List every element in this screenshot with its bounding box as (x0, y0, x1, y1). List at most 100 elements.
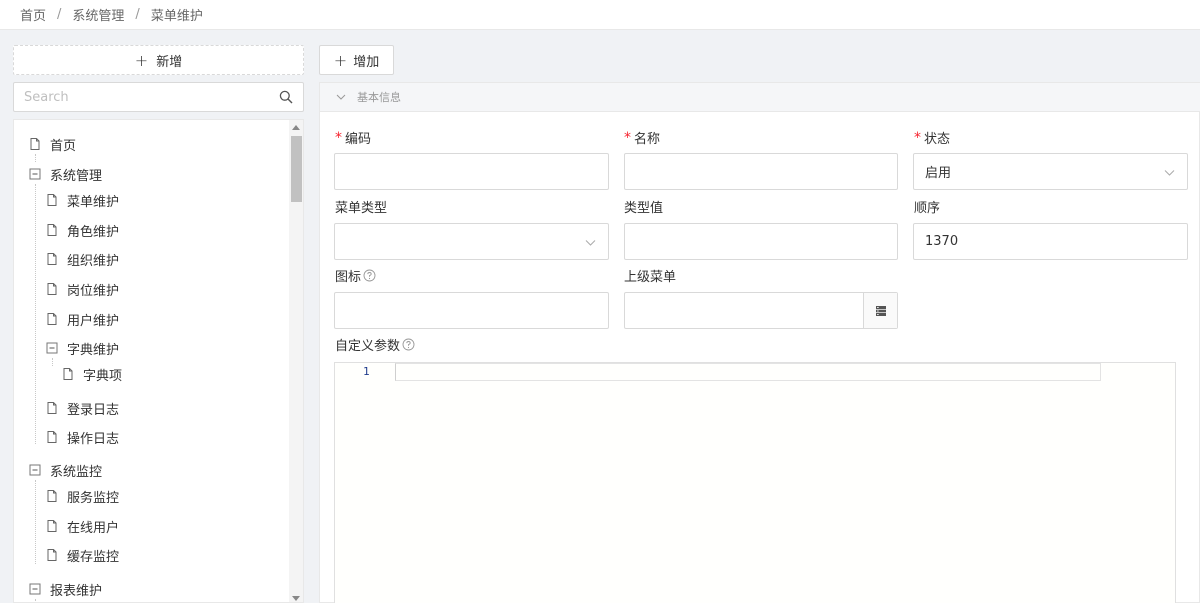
tree-scrollbar[interactable] (289, 120, 303, 602)
file-icon (45, 282, 59, 296)
search-input[interactable] (14, 83, 264, 111)
database-icon (875, 305, 886, 316)
file-icon (28, 137, 42, 151)
menu-type-label: 菜单类型 (335, 201, 388, 216)
tree-connector-line (35, 480, 36, 564)
required-mark: * (624, 129, 631, 146)
tree-item-label: 缓存监控 (67, 549, 120, 565)
breadcrumb-separator: / (57, 7, 62, 22)
custom-params-editor[interactable]: 1 (334, 362, 1176, 603)
tree-item[interactable]: 系统监控 (28, 460, 102, 480)
tree-item-label: 在线用户 (67, 520, 120, 536)
icon-label: 图标 (335, 266, 376, 285)
minus-square-icon[interactable] (28, 167, 42, 181)
file-icon (61, 367, 75, 381)
file-icon (45, 401, 59, 415)
tree-item-label: 用户维护 (67, 313, 120, 329)
tree-item[interactable]: 字典维护 (45, 338, 119, 358)
tree-item[interactable]: 组织维护 (45, 249, 119, 269)
menu-tree: 首页系统管理菜单维护角色维护组织维护岗位维护用户维护字典维护字典项登录日志操作日… (13, 119, 304, 603)
tree-connector-line (35, 184, 36, 444)
tree-item-label: 岗位维护 (67, 283, 120, 299)
code-label: * 编码 (335, 128, 371, 148)
file-icon (45, 223, 59, 237)
editor-active-line[interactable] (395, 363, 1101, 381)
name-label-text: 名称 (634, 132, 661, 147)
menu-type-select[interactable] (334, 223, 609, 260)
tree-item[interactable]: 服务监控 (45, 486, 119, 506)
tree-item[interactable]: 报表维护 (28, 579, 102, 599)
new-button[interactable]: + 新增 (13, 45, 304, 75)
tree-item[interactable]: 角色维护 (45, 220, 119, 240)
scroll-down-arrow-icon[interactable] (292, 596, 300, 601)
search-icon[interactable] (279, 90, 293, 104)
tree-item[interactable]: 首页 (28, 134, 76, 154)
file-icon (45, 489, 59, 503)
tree-item[interactable]: 菜单维护 (45, 190, 119, 210)
chevron-down-icon (585, 240, 596, 246)
tree-item[interactable]: 登录日志 (45, 398, 119, 418)
tree-item-label: 首页 (50, 138, 77, 154)
chevron-down-icon (336, 94, 346, 100)
type-value-input[interactable] (624, 223, 898, 260)
minus-square-icon[interactable] (28, 463, 42, 477)
tree-item[interactable]: 岗位维护 (45, 279, 119, 299)
status-select-value: 启用 (925, 166, 952, 181)
tree-item[interactable]: 操作日志 (45, 427, 119, 447)
file-icon (45, 548, 59, 562)
tree-item-label: 操作日志 (67, 431, 120, 447)
breadcrumb-separator: / (135, 7, 140, 22)
minus-square-icon[interactable] (28, 582, 42, 596)
panel-title: 基本信息 (357, 91, 401, 104)
breadcrumb-current: 菜单维护 (150, 9, 203, 24)
tree-item[interactable]: 字典项 (61, 364, 122, 384)
breadcrumb-home[interactable]: 首页 (20, 5, 46, 24)
line-number: 1 (363, 365, 370, 378)
tree-connector-line (35, 599, 36, 602)
tree-item[interactable]: 缓存监控 (45, 545, 119, 565)
icon-input[interactable] (334, 292, 609, 329)
chevron-down-icon (1164, 170, 1175, 176)
help-icon[interactable] (363, 269, 376, 282)
tree-item-label: 角色维护 (67, 224, 120, 240)
code-input[interactable] (334, 153, 609, 190)
plus-icon: + (333, 50, 348, 70)
tree-item[interactable]: 系统管理 (28, 164, 102, 184)
tree-item-label: 系统管理 (50, 168, 103, 184)
order-input[interactable]: 1370 (913, 223, 1188, 260)
parent-menu-label: 上级菜单 (624, 270, 677, 285)
scroll-up-arrow-icon[interactable] (292, 125, 300, 130)
new-button-label: 新增 (156, 54, 183, 70)
breadcrumb-system[interactable]: 系统管理 (72, 5, 124, 24)
icon-label-text: 图标 (335, 270, 362, 285)
tree-item-label: 服务监控 (67, 490, 120, 506)
name-label: * 名称 (624, 128, 661, 148)
menu-tree-panel: + 新增 首页系统管理菜单维护角色维护组织维护岗位维护用户维护字典维护字典项登录… (13, 45, 304, 603)
file-icon (45, 430, 59, 444)
required-mark: * (335, 129, 342, 146)
custom-params-label: 自定义参数 (335, 335, 415, 354)
name-input[interactable] (624, 153, 898, 190)
tree-item-label: 字典维护 (67, 342, 120, 358)
scroll-thumb[interactable] (291, 136, 302, 202)
parent-menu-input[interactable] (624, 292, 898, 329)
help-icon[interactable] (402, 338, 415, 351)
add-button[interactable]: + 增加 (319, 45, 394, 75)
search-box (13, 82, 304, 112)
basic-info-header[interactable]: 基本信息 (320, 83, 1200, 112)
tree-item[interactable]: 用户维护 (45, 309, 119, 329)
type-value-label: 类型值 (624, 201, 664, 216)
order-label: 顺序 (914, 201, 941, 216)
file-icon (45, 312, 59, 326)
tree-item[interactable]: 在线用户 (45, 516, 119, 536)
status-label: * 状态 (914, 128, 950, 148)
required-mark: * (914, 129, 921, 146)
tree-item-label: 登录日志 (67, 402, 120, 418)
tree-item-label: 报表维护 (50, 583, 103, 599)
parent-menu-picker-button[interactable] (863, 293, 897, 328)
status-select[interactable]: 启用 (913, 153, 1188, 190)
menu-form-panel: 基本信息 * 编码 * 名称 * 状态 启用 菜单类型 类型值 顺序 1370 … (319, 82, 1200, 603)
tree-connector-line (52, 358, 53, 366)
file-icon (45, 252, 59, 266)
minus-square-icon[interactable] (45, 341, 59, 355)
